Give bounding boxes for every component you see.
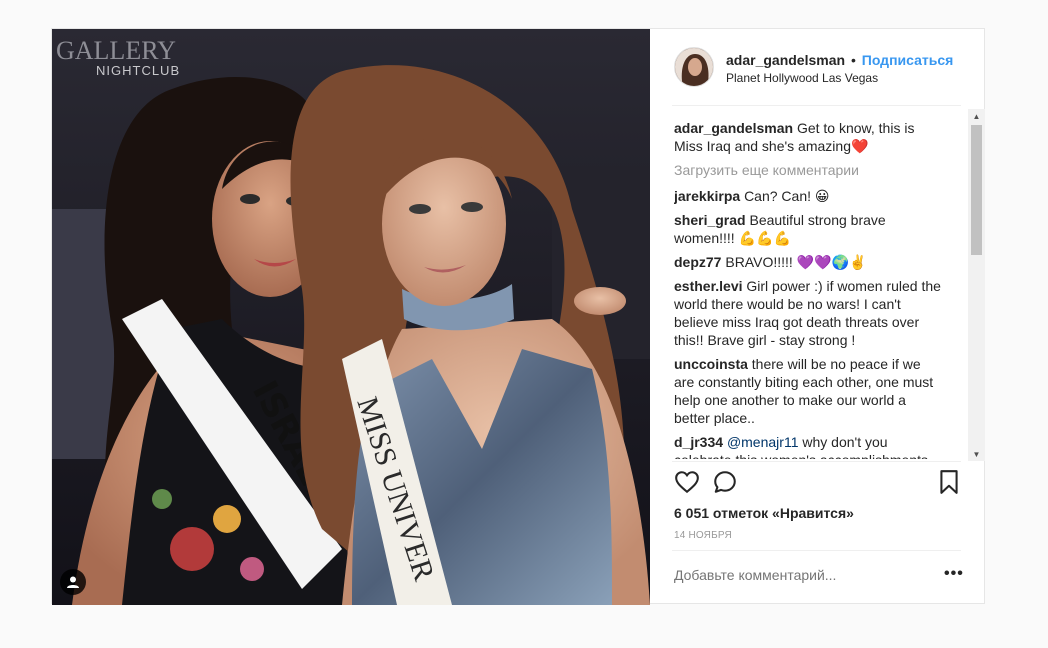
- bookmark-icon: [940, 470, 958, 494]
- comment-text: Can? Can! 😀: [744, 188, 830, 204]
- list-item: unccoinsta there will be no peace if we …: [674, 355, 944, 427]
- list-item: d_jr334 @menajr11 why don't you celebrat…: [674, 433, 944, 459]
- caption: adar_gandelsman Get to know, this is Mis…: [674, 119, 944, 155]
- comment-author[interactable]: esther.levi: [674, 278, 743, 294]
- comment-author[interactable]: unccoinsta: [674, 356, 748, 372]
- user-tag-button[interactable]: [60, 569, 86, 595]
- username-link[interactable]: adar_gandelsman: [726, 52, 845, 68]
- comment-button[interactable]: [712, 469, 738, 500]
- add-comment-input[interactable]: [674, 567, 904, 583]
- caption-author[interactable]: adar_gandelsman: [674, 120, 793, 136]
- avatar[interactable]: [674, 47, 714, 87]
- header-divider: [672, 105, 961, 106]
- list-item: esther.levi Girl power :) if women ruled…: [674, 277, 944, 349]
- scrollbar-thumb[interactable]: [971, 125, 982, 255]
- comment-author[interactable]: d_jr334: [674, 434, 723, 450]
- comment-input-divider: [672, 550, 961, 551]
- comment-author[interactable]: jarekkirpa: [674, 188, 740, 204]
- list-item: jarekkirpa Can? Can! 😀: [674, 187, 944, 205]
- post-actions: [672, 469, 962, 499]
- gallery-sign: GALLERY: [56, 36, 176, 65]
- post-side-panel: adar_gandelsman • Подписаться Planet Hol…: [650, 29, 985, 605]
- comments-scrollbar[interactable]: ▲ ▼: [968, 109, 985, 461]
- avatar-image: [675, 48, 713, 86]
- save-button[interactable]: [938, 469, 960, 500]
- photo-illustration: GALLERY NIGHTCLUB ISRAEL MISS UNIVER: [52, 29, 650, 605]
- actions-divider: [672, 461, 961, 462]
- nightclub-sign: NIGHTCLUB: [96, 63, 180, 78]
- user-tag-icon: [67, 576, 79, 588]
- comment-mention-link[interactable]: @menajr11: [727, 434, 799, 450]
- comment-author[interactable]: sheri_grad: [674, 212, 746, 228]
- header-user-line: adar_gandelsman • Подписаться: [726, 52, 953, 68]
- follow-button[interactable]: Подписаться: [862, 52, 954, 68]
- post-header: adar_gandelsman • Подписаться Planet Hol…: [650, 29, 985, 106]
- load-more-comments-link[interactable]: Загрузить еще комментарии: [674, 161, 944, 179]
- scroll-up-arrow-icon[interactable]: ▲: [968, 109, 985, 123]
- location-link[interactable]: Planet Hollywood Las Vegas: [726, 71, 878, 85]
- post-photo[interactable]: GALLERY NIGHTCLUB ISRAEL MISS UNIVER: [52, 29, 650, 605]
- like-button[interactable]: [674, 469, 700, 500]
- post-date[interactable]: 14 НОЯБРЯ: [674, 530, 732, 541]
- comment-bubble-icon: [714, 471, 736, 493]
- scroll-down-arrow-icon[interactable]: ▼: [968, 447, 985, 461]
- list-item: depz77 BRAVO!!!!! 💜💜🌍✌️: [674, 253, 944, 271]
- more-options-button[interactable]: •••: [944, 565, 964, 583]
- comment-text: BRAVO!!!!! 💜💜🌍✌️: [725, 254, 867, 270]
- separator-dot: •: [850, 52, 856, 68]
- list-item: sheri_grad Beautiful strong brave women!…: [674, 211, 944, 247]
- likes-count[interactable]: 6 051 отметок «Нравится»: [674, 505, 854, 521]
- comment-author[interactable]: depz77: [674, 254, 721, 270]
- heart-icon: [675, 471, 699, 494]
- comments-list: adar_gandelsman Get to know, this is Mis…: [674, 119, 944, 459]
- instagram-post: GALLERY NIGHTCLUB ISRAEL MISS UNIVER ada…: [51, 28, 985, 605]
